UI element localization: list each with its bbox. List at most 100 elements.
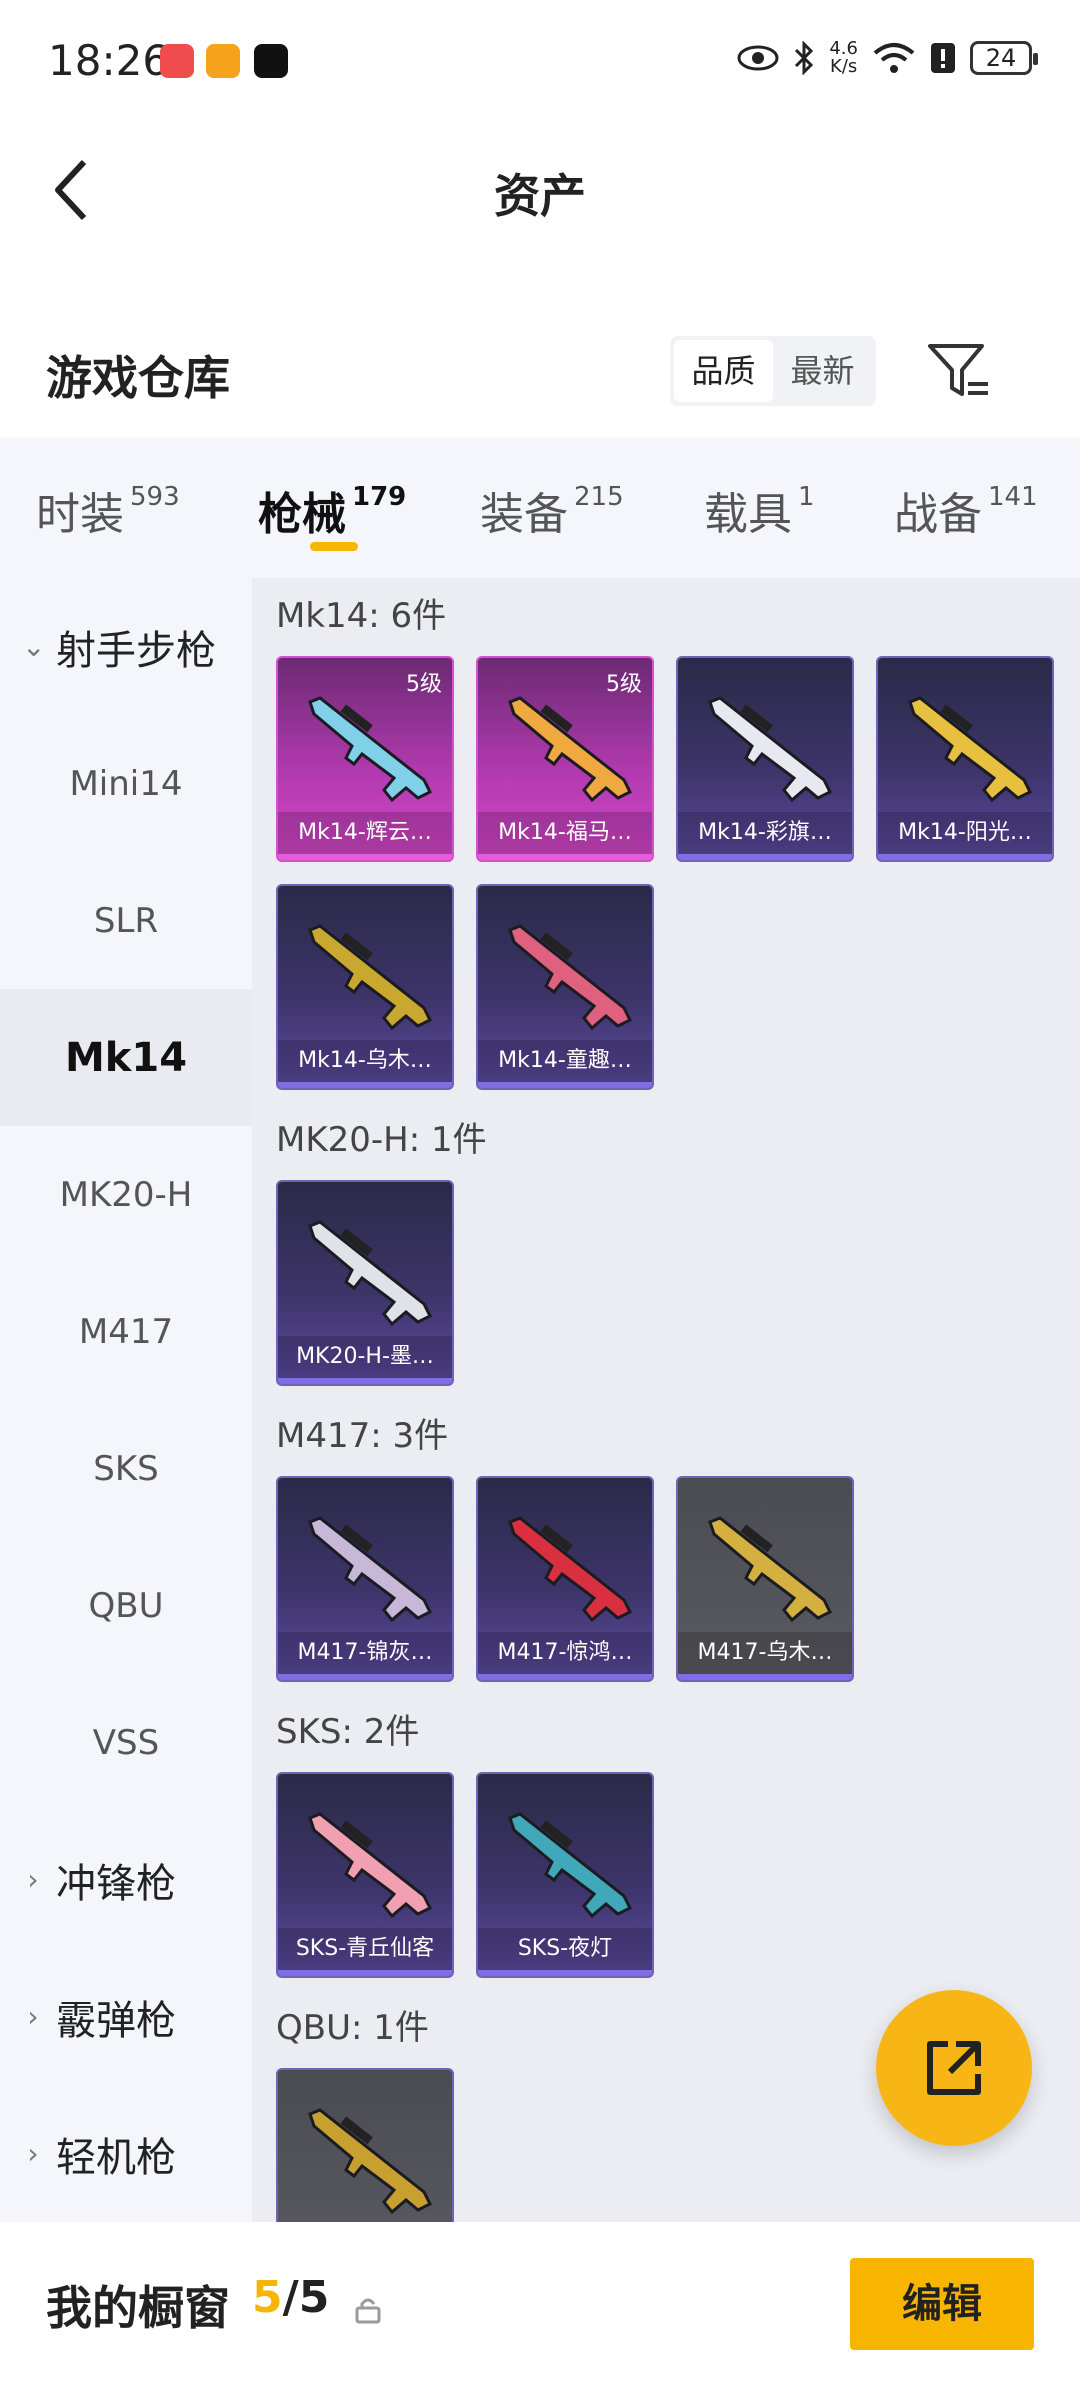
- showcase-title: 我的橱窗: [46, 2281, 230, 2335]
- page-title: 资产: [494, 169, 586, 223]
- section-title: 游戏仓库: [46, 351, 230, 405]
- weapon-card[interactable]: SKS-夜灯: [476, 1772, 654, 1978]
- weapon-name: Mk14-彩旗…: [678, 812, 852, 854]
- sidebar-group-lmgs[interactable]: › 轻机枪: [0, 2085, 252, 2222]
- weapon-card[interactable]: Mk14-彩旗…: [676, 656, 854, 862]
- weapon-name: M417-乌木…: [678, 1632, 852, 1674]
- status-time: 18:26: [48, 36, 170, 85]
- rifle-icon: [308, 924, 433, 1031]
- rifle-icon: [308, 1220, 433, 1327]
- weapon-name: SKS-夜灯: [478, 1928, 652, 1970]
- weapon-name: SKS-青丘仙客: [278, 1928, 452, 1970]
- weapon-name: M417-锦灰…: [278, 1632, 452, 1674]
- sidebar-item-vss[interactable]: VSS: [0, 1674, 252, 1811]
- rifle-icon: [508, 696, 633, 803]
- category-tabs: 时装 593 枪械 179 装备 215 载具 1 战备 141: [0, 438, 1080, 578]
- sidebar-item-m417[interactable]: M417: [0, 1263, 252, 1400]
- sort-newest-option[interactable]: 最新: [773, 340, 872, 402]
- tab-guns[interactable]: 枪械 179: [258, 478, 406, 542]
- rarity-bar: [678, 1674, 852, 1680]
- sidebar-item-slr[interactable]: SLR: [0, 852, 252, 989]
- weapon-card[interactable]: 5级 Mk14-辉云…: [276, 656, 454, 862]
- rarity-bar: [278, 1378, 452, 1384]
- rifle-icon: [708, 1516, 833, 1623]
- weapon-card[interactable]: Mk14-乌木…: [276, 884, 454, 1090]
- rarity-bar: [278, 854, 452, 860]
- section-header: 游戏仓库: [0, 314, 1080, 438]
- level-badge: 5级: [606, 672, 642, 697]
- weapon-card[interactable]: Mk14-阳光…: [876, 656, 1054, 862]
- level-badge: 5级: [406, 672, 442, 697]
- sidebar-item-mini14[interactable]: Mini14: [0, 715, 252, 852]
- weapon-card[interactable]: M417-锦灰…: [276, 1476, 454, 1682]
- weapon-name: Mk14-童趣…: [478, 1040, 652, 1082]
- chevron-right-icon: ›: [27, 1863, 39, 1896]
- weapon-card[interactable]: M417-惊鸿…: [476, 1476, 654, 1682]
- game-controller-icon: [206, 44, 240, 78]
- filter-icon: [928, 344, 988, 396]
- rarity-bar: [878, 854, 1052, 860]
- sort-quality-option[interactable]: 品质: [674, 340, 773, 402]
- filter-button[interactable]: [924, 336, 994, 406]
- active-tab-indicator: [310, 542, 358, 551]
- rifle-icon: [308, 1812, 433, 1919]
- sidebar-item-sks[interactable]: SKS: [0, 1400, 252, 1537]
- weapon-grid: Mk14: 6件 MK20-H: 1件 M417: 3件 SKS: 2件 QBU…: [252, 578, 1080, 2222]
- rarity-bar: [478, 1082, 652, 1088]
- sidebar-group-smgs[interactable]: › 冲锋枪: [0, 1811, 252, 1948]
- showcase-count: 5/5: [252, 2272, 330, 2323]
- group-label-mk14: Mk14: 6件: [276, 596, 447, 636]
- weapon-card[interactable]: SKS-青丘仙客: [276, 1772, 454, 1978]
- red-app-icon: [160, 44, 194, 78]
- edit-button[interactable]: 编辑: [850, 2258, 1034, 2350]
- rarity-bar: [278, 1674, 452, 1680]
- status-bar: 18:26 4.6 K/s 24: [0, 0, 1080, 124]
- weapon-card[interactable]: [276, 2068, 454, 2222]
- net-speed-unit: K/s: [830, 56, 858, 77]
- battery-indicator: 24: [970, 41, 1038, 75]
- showcase-bar: 我的橱窗 5/5 编辑: [0, 2222, 1080, 2382]
- rifle-icon: [508, 1812, 633, 1919]
- weapon-name: MK20-H-墨…: [278, 1336, 452, 1378]
- lock-icon: [355, 2298, 381, 2324]
- share-fab-button[interactable]: [876, 1990, 1032, 2146]
- tab-equipment[interactable]: 装备 215: [480, 478, 624, 542]
- chevron-right-icon: ›: [27, 2137, 39, 2170]
- tab-vehicles[interactable]: 载具 1: [704, 478, 815, 542]
- rarity-bar: [278, 1082, 452, 1088]
- chevron-down-icon: ⌄: [22, 630, 46, 663]
- weapon-card[interactable]: Mk14-童趣…: [476, 884, 654, 1090]
- rarity-bar: [278, 1970, 452, 1976]
- sidebar-item-qbu[interactable]: QBU: [0, 1537, 252, 1674]
- wifi-icon: [873, 43, 915, 73]
- rifle-icon: [308, 2108, 433, 2215]
- weapon-name: Mk14-辉云…: [278, 812, 452, 854]
- rifle-icon: [508, 1516, 633, 1623]
- weapon-name: Mk14-福马…: [478, 812, 652, 854]
- rifle-icon: [308, 696, 433, 803]
- group-label-m417: M417: 3件: [276, 1416, 449, 1456]
- bluetooth-icon: [795, 41, 814, 75]
- weapon-card[interactable]: MK20-H-墨…: [276, 1180, 454, 1386]
- sidebar-item-mk20h[interactable]: MK20-H: [0, 1126, 252, 1263]
- sort-toggle: 品质 最新: [670, 336, 876, 406]
- sidebar-item-mk14[interactable]: Mk14: [0, 989, 252, 1126]
- rifle-icon: [508, 924, 633, 1031]
- tiktok-icon: [254, 44, 288, 78]
- sidebar-group-marksman-rifles[interactable]: ⌄ 射手步枪: [0, 578, 252, 715]
- rifle-icon: [308, 1516, 433, 1623]
- sidebar-group-shotguns[interactable]: › 霰弹枪: [0, 1948, 252, 2085]
- weapon-type-sidebar: ⌄ 射手步枪 Mini14 SLR Mk14 MK20-H M417 SKS QB…: [0, 578, 252, 2222]
- nav-bar: 资产: [0, 124, 1080, 254]
- weapon-card[interactable]: M417-乌木…: [676, 1476, 854, 1682]
- eye-icon: [737, 45, 779, 71]
- external-link-icon: [927, 2041, 981, 2095]
- tab-fashion[interactable]: 时装 593: [36, 478, 180, 542]
- tab-supplies[interactable]: 战备 141: [894, 478, 1038, 542]
- weapon-name: M417-惊鸿…: [478, 1632, 652, 1674]
- group-label-mk20h: MK20-H: 1件: [276, 1120, 487, 1160]
- rifle-icon: [908, 696, 1033, 803]
- weapon-card[interactable]: 5级 Mk14-福马…: [476, 656, 654, 862]
- alert-icon: [931, 43, 955, 73]
- rarity-bar: [678, 854, 852, 860]
